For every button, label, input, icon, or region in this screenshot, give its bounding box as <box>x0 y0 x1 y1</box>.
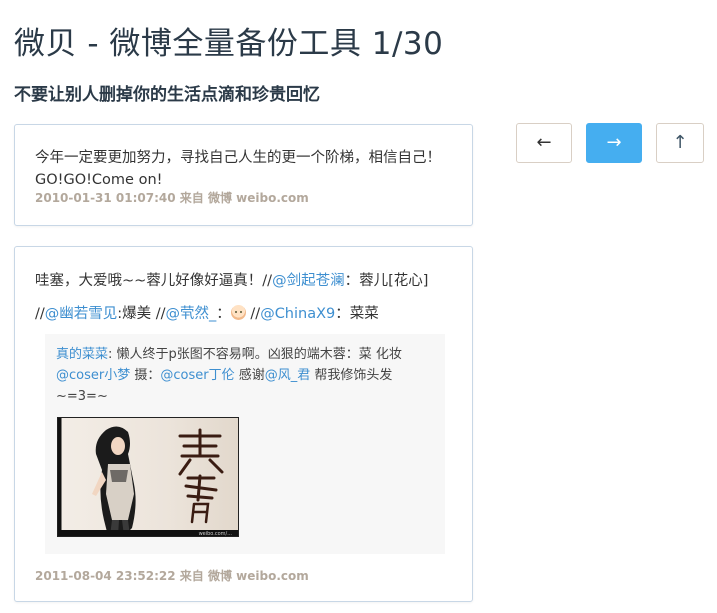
post-meta: 2011-08-04 23:52:22 来自 微博 weibo.com <box>35 569 309 583</box>
mention-link[interactable]: @ChinaX9 <box>260 306 335 322</box>
text-segment: : 懒人终于p张图不容易啊。凶狠的端木蓉：菜 化妆 <box>108 347 402 362</box>
text-segment: ： <box>216 306 231 322</box>
mention-link[interactable]: @coser丁伦 <box>160 368 234 383</box>
prev-button[interactable]: ← <box>516 123 572 163</box>
text-segment: // <box>245 306 261 322</box>
cosplay-figure-graphic <box>92 426 136 536</box>
post-card: 哇塞，大爱哦~~蓉儿好像好逼真！//@剑起苍澜：蓉儿[花心] //@幽若雪见:爆… <box>14 246 473 602</box>
post-meta: 2010-01-31 01:07:40 来自 微博 weibo.com <box>35 191 309 205</box>
post-text: 哇塞，大爱哦~~蓉儿好像好逼真！//@剑起苍澜：蓉儿[花心] //@幽若雪见:爆… <box>35 265 455 331</box>
post-card: 今年一定要更加努力，寻找自己人生的更一个阶梯，相信自己！GO!GO!Come o… <box>14 124 473 226</box>
cosplay-photo[interactable]: weibo.com/... <box>57 417 239 537</box>
mention-link[interactable]: @coser小梦 <box>56 368 130 383</box>
scroll-top-button[interactable]: ↑ <box>656 123 704 163</box>
text-segment: 感谢 <box>234 368 265 383</box>
text-segment: :爆美 // <box>117 306 166 322</box>
post-text: 今年一定要更加努力，寻找自己人生的更一个阶梯，相信自己！GO!GO!Come o… <box>35 150 441 188</box>
next-button[interactable]: → <box>586 123 642 163</box>
mention-link[interactable]: @茕然_ <box>166 306 217 322</box>
baby-face-emoji-icon <box>230 305 246 320</box>
text-segment: 哇塞，大爱哦~~蓉儿好像好逼真！// <box>35 273 273 289</box>
photo-caption: weibo.com/... <box>198 531 232 537</box>
mention-link[interactable]: @风_君 <box>265 368 311 383</box>
text-segment: 摄： <box>130 368 161 383</box>
page-subtitle: 不要让别人删掉你的生活点滴和珍贵回忆 <box>14 85 320 105</box>
calligraphy-graphic <box>178 428 224 524</box>
repost-block: 真的菜菜: 懒人终于p张图不容易啊。凶狠的端木蓉：菜 化妆 @coser小梦 摄：… <box>45 334 445 554</box>
repost-author-link[interactable]: 真的菜菜 <box>56 347 108 362</box>
mention-link[interactable]: @幽若雪见 <box>45 306 118 322</box>
page-title: 微贝 - 微博全量备份工具 1/30 <box>14 26 444 62</box>
repost-text: 真的菜菜: 懒人终于p张图不容易啊。凶狠的端木蓉：菜 化妆 @coser小梦 摄：… <box>56 344 436 407</box>
text-segment: ：菜菜 <box>335 306 379 322</box>
mention-link[interactable]: @剑起苍澜 <box>272 273 345 289</box>
